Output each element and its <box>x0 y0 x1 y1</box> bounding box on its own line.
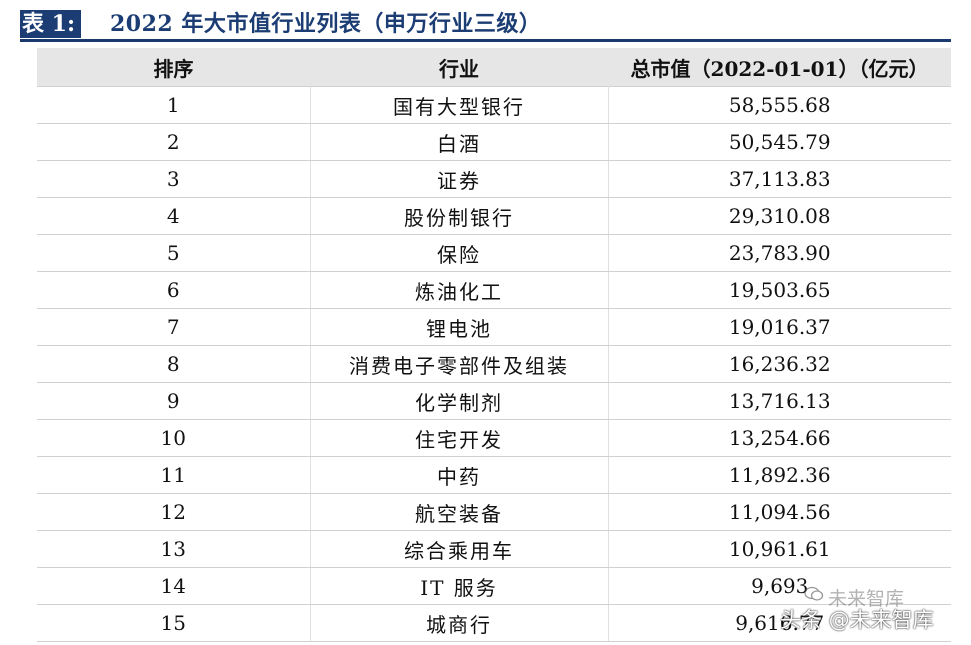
cell-rank: 13 <box>37 530 310 568</box>
cell-rank: 10 <box>37 419 310 457</box>
cell-market-cap: 11,892.36 <box>608 456 951 494</box>
cell-rank: 12 <box>37 493 310 531</box>
cell-industry: 证券 <box>309 160 609 198</box>
cell-rank: 15 <box>37 604 310 642</box>
cell-industry: 航空装备 <box>309 493 609 531</box>
cell-market-cap: 11,094.56 <box>608 493 951 531</box>
header-market-cap: 总市值（2022-01-01）（亿元） <box>608 48 951 87</box>
cell-market-cap: 37,113.83 <box>608 160 951 198</box>
cell-rank: 4 <box>37 197 310 235</box>
cell-industry: 综合乘用车 <box>309 530 609 568</box>
table-title-bar: 表 1: 2022 年大市值行业列表（申万行业三级） <box>20 6 951 42</box>
cell-industry: 城商行 <box>309 604 609 642</box>
table-row: 5 保险 23,783.90 <box>37 234 951 272</box>
cell-industry: 炼油化工 <box>309 271 609 309</box>
market-cap-table-container: 排序 行业 总市值（2022-01-01）（亿元） 1 国有大型银行 58,555.… <box>37 48 951 642</box>
cell-market-cap: 16,236.32 <box>608 345 951 383</box>
cell-market-cap: 29,310.08 <box>608 197 951 235</box>
cell-rank: 9 <box>37 382 310 420</box>
cell-market-cap: 13,254.66 <box>608 419 951 457</box>
cell-rank: 11 <box>37 456 310 494</box>
cell-market-cap: 19,016.37 <box>608 308 951 346</box>
cell-market-cap: 13,716.13 <box>608 382 951 420</box>
table-row: 12 航空装备 11,094.56 <box>37 493 951 531</box>
cell-market-cap: 58,555.68 <box>608 86 951 124</box>
cell-industry: 锂电池 <box>309 308 609 346</box>
header-rank: 排序 <box>37 48 310 87</box>
cell-rank: 1 <box>37 86 310 124</box>
cell-industry: 国有大型银行 <box>309 86 609 124</box>
cell-industry: 股份制银行 <box>309 197 609 235</box>
table-row: 1 国有大型银行 58,555.68 <box>37 86 951 124</box>
table-row: 2 白酒 50,545.79 <box>37 123 951 161</box>
table-row: 14 IT 服务 9,693 <box>37 567 951 605</box>
market-cap-table: 排序 行业 总市值（2022-01-01）（亿元） 1 国有大型银行 58,555.… <box>37 48 951 642</box>
cell-rank: 7 <box>37 308 310 346</box>
cell-industry: IT 服务 <box>309 567 609 605</box>
table-row: 4 股份制银行 29,310.08 <box>37 197 951 235</box>
cell-rank: 8 <box>37 345 310 383</box>
cell-rank: 5 <box>37 234 310 272</box>
table-body: 1 国有大型银行 58,555.68 2 白酒 50,545.79 3 证券 37,113.83… <box>37 86 951 642</box>
cell-market-cap: 50,545.79 <box>608 123 951 161</box>
cell-market-cap: 19,503.65 <box>608 271 951 309</box>
header-industry: 行业 <box>310 48 608 87</box>
table-number-tag: 表 1: <box>20 10 82 38</box>
cell-industry: 消费电子零部件及组装 <box>309 345 609 383</box>
table-row: 13 综合乘用车 10,961.61 <box>37 530 951 568</box>
table-header-row: 排序 行业 总市值（2022-01-01）（亿元） <box>37 48 951 87</box>
table-row: 8 消费电子零部件及组装 16,236.32 <box>37 345 951 383</box>
cell-market-cap: 23,783.90 <box>608 234 951 272</box>
cell-market-cap: 9,693 <box>608 567 951 605</box>
cell-rank: 3 <box>37 160 310 198</box>
cell-industry: 化学制剂 <box>309 382 609 420</box>
table-row: 9 化学制剂 13,716.13 <box>37 382 951 420</box>
cell-industry: 中药 <box>309 456 609 494</box>
cell-rank: 6 <box>37 271 310 309</box>
cell-rank: 14 <box>37 567 310 605</box>
table-row: 10 住宅开发 13,254.66 <box>37 419 951 457</box>
table-row: 15 城商行 9,616.77 <box>37 604 951 642</box>
cell-industry: 白酒 <box>309 123 609 161</box>
table-row: 7 锂电池 19,016.37 <box>37 308 951 346</box>
cell-rank: 2 <box>37 123 310 161</box>
table-row: 11 中药 11,892.36 <box>37 456 951 494</box>
cell-market-cap: 9,616.77 <box>608 604 951 642</box>
cell-industry: 保险 <box>309 234 609 272</box>
table-title: 2022 年大市值行业列表（申万行业三级） <box>110 11 542 37</box>
cell-market-cap: 10,961.61 <box>608 530 951 568</box>
table-row: 6 炼油化工 19,503.65 <box>37 271 951 309</box>
cell-industry: 住宅开发 <box>309 419 609 457</box>
table-row: 3 证券 37,113.83 <box>37 160 951 198</box>
